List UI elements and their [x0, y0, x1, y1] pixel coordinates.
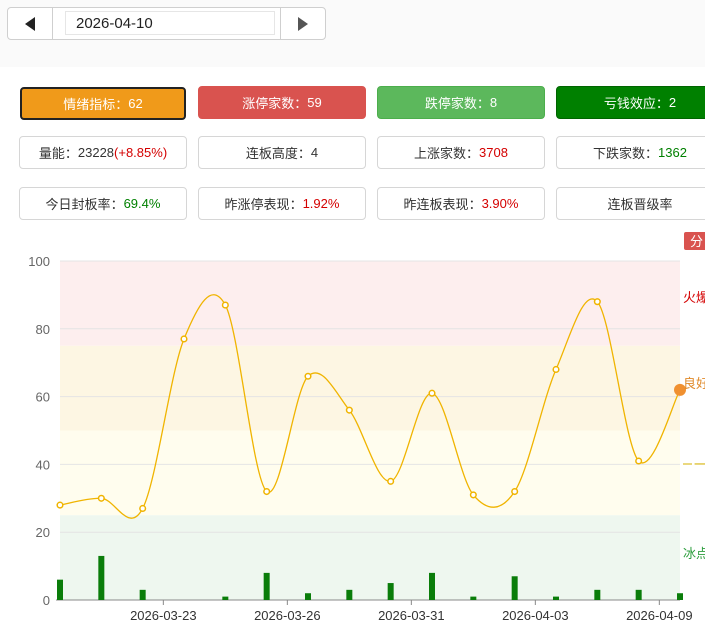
- volume-bar: [346, 589, 353, 600]
- data-point: [593, 298, 601, 306]
- card-value: 4: [310, 145, 319, 160]
- zone-label: 良好: [683, 376, 705, 391]
- card-label: 今日封板率: [45, 197, 111, 212]
- arrow-left-icon: [25, 16, 35, 31]
- y-tick-label: 0: [43, 593, 50, 608]
- date-input[interactable]: 2026-04-10: [65, 11, 275, 35]
- zone-label: 火爆: [683, 290, 705, 305]
- volume-bar: [429, 572, 435, 600]
- card-value: 2: [668, 95, 677, 110]
- card-value: 8: [489, 95, 498, 110]
- volume-bar: [677, 593, 683, 600]
- card-label: 情绪指标: [63, 97, 116, 112]
- data-point: [345, 406, 353, 414]
- volume-bar: [511, 576, 518, 600]
- x-tick-label: 2026-04-03: [502, 608, 569, 623]
- zone-band-0: [60, 261, 680, 346]
- date-picker: 2026-04-10: [7, 7, 326, 40]
- card-label: 跌停家数: [424, 96, 477, 111]
- card-label: 连板高度: [245, 146, 298, 161]
- volume-bar: [553, 596, 559, 600]
- data-point: [139, 504, 147, 513]
- zone-label: 冰点: [683, 546, 705, 561]
- data-point: [511, 487, 519, 496]
- previous-date-button[interactable]: [8, 8, 53, 39]
- card-value: 3.90%: [481, 196, 519, 211]
- volume-bar: [57, 579, 63, 600]
- y-tick-label: 20: [36, 525, 50, 540]
- data-point: [263, 487, 271, 496]
- advancing-count-card[interactable]: 上涨家数： 3708: [377, 136, 545, 169]
- declining-count-card[interactable]: 下跌家数： 1362: [556, 136, 705, 169]
- y-tick-label: 40: [36, 457, 50, 472]
- card-value: 1362: [658, 145, 687, 160]
- volume-bar: [387, 583, 394, 600]
- data-point: [428, 389, 436, 397]
- sentiment-index-card[interactable]: 情绪指标： 62: [20, 87, 186, 120]
- volume-bar: [594, 589, 601, 600]
- card-label: 亏钱效应: [603, 96, 656, 111]
- card-label: 昨连板表现: [403, 197, 469, 212]
- x-tick-label: 2026-03-26: [254, 608, 321, 623]
- card-label: 量能: [38, 146, 65, 161]
- x-tick-label: 2026-04-09: [626, 608, 693, 623]
- x-tick-label: 2026-03-23: [130, 608, 197, 623]
- data-point: [304, 372, 312, 380]
- board-promotion-rate-card[interactable]: 连板晋级率: [556, 187, 705, 220]
- zone-band-3: [60, 515, 680, 600]
- x-tick-label: 2026-03-31: [378, 608, 445, 623]
- card-label: 连板晋级率: [607, 197, 673, 212]
- volume-bar: [263, 572, 270, 600]
- top-bar: 2026-04-10: [0, 0, 705, 50]
- card-label: 昨涨停表现: [224, 197, 290, 212]
- card-value: 3708: [479, 145, 508, 160]
- card-label: 上涨家数: [414, 146, 467, 161]
- corner-badge-label: 分: [690, 234, 703, 249]
- sentiment-chart: 0 20 40 60 80 100 2026-03-23 2026-03-26 2026-03-…: [28, 232, 705, 623]
- prev-limit-up-performance-card[interactable]: 昨涨停表现： 1.92%: [198, 187, 366, 220]
- zone-label: 一般: [694, 457, 705, 472]
- card-label: 涨停家数: [242, 96, 295, 111]
- card-change: (+8.85%): [114, 145, 168, 160]
- data-point: [180, 335, 188, 343]
- data-point: [469, 491, 477, 499]
- data-point: [387, 477, 395, 485]
- card-value: 59: [307, 95, 322, 110]
- y-tick-label: 80: [36, 322, 50, 337]
- volume-card[interactable]: 量能： 23228 (+8.85%): [19, 136, 187, 169]
- volume-bar: [98, 555, 105, 600]
- card-value: 62: [128, 96, 143, 111]
- card-value: 1.92%: [302, 196, 340, 211]
- loss-effect-card[interactable]: 亏钱效应： 2: [556, 86, 705, 119]
- y-tick-label: 60: [36, 390, 50, 405]
- data-point: [97, 494, 105, 502]
- limit-down-count-card[interactable]: 跌停家数： 8: [377, 86, 545, 119]
- volume-bar: [635, 589, 642, 600]
- volume-bar: [470, 596, 477, 600]
- card-value: 69.4%: [123, 196, 161, 211]
- volume-bar: [222, 596, 229, 600]
- volume-bar: [139, 589, 146, 600]
- data-point: [56, 501, 64, 509]
- next-date-button[interactable]: [280, 8, 325, 39]
- y-tick-label: 100: [28, 254, 50, 269]
- data-point: [552, 365, 560, 374]
- volume-bar: [305, 593, 311, 600]
- limit-up-count-card[interactable]: 涨停家数： 59: [198, 86, 366, 119]
- arrow-right-icon: [298, 16, 308, 31]
- card-label: 下跌家数: [593, 146, 646, 161]
- zone-band-1: [60, 345, 680, 431]
- board-height-card[interactable]: 连板高度： 4: [198, 136, 366, 169]
- card-value: 23228: [77, 145, 115, 160]
- prev-consecutive-board-performance-card[interactable]: 昨连板表现： 3.90%: [377, 187, 545, 220]
- seal-rate-card[interactable]: 今日封板率： 69.4%: [19, 187, 187, 220]
- data-point: [221, 301, 229, 309]
- data-point: [635, 457, 643, 465]
